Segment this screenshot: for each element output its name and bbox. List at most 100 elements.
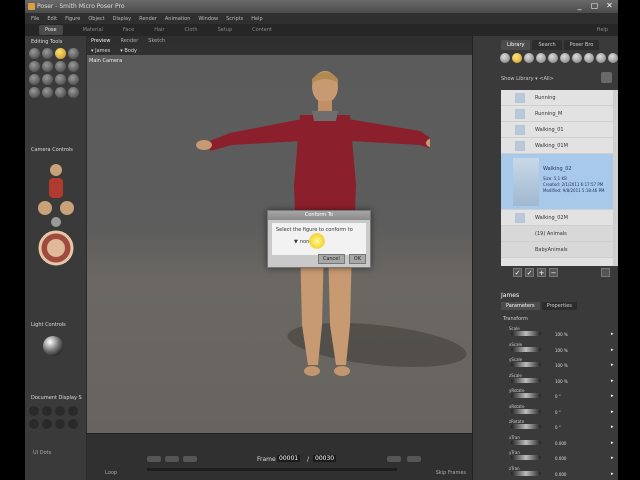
room-tab-face[interactable]: Face <box>123 27 134 33</box>
param-menu-arrow-icon[interactable]: ▸ <box>611 409 614 415</box>
translate-tool-icon[interactable] <box>55 48 66 59</box>
param-dial[interactable] <box>511 470 541 476</box>
menu-help[interactable]: Help <box>251 16 262 22</box>
param-menu-arrow-icon[interactable]: ▸ <box>611 393 614 399</box>
add-to-library-icon[interactable]: + <box>537 268 546 277</box>
pen-tool-icon[interactable] <box>29 87 40 98</box>
menu-render[interactable]: Render <box>139 16 157 22</box>
target-tool-icon[interactable] <box>55 87 66 98</box>
cameras-category-icon[interactable] <box>584 53 594 63</box>
tab-properties[interactable]: Properties <box>541 302 577 310</box>
room-tab-content[interactable]: Content <box>252 27 272 33</box>
param-value[interactable]: 0 ° <box>555 410 561 415</box>
chain-break-tool-icon[interactable] <box>55 61 66 72</box>
display-style-icon[interactable] <box>68 406 78 416</box>
param-value[interactable]: 0 ° <box>555 394 561 399</box>
param-dial[interactable] <box>511 439 541 445</box>
expressions-category-icon[interactable] <box>524 53 534 63</box>
library-settings-icon[interactable] <box>601 268 610 277</box>
folder-item[interactable]: BabyAnimals <box>501 242 618 258</box>
document-viewport[interactable]: Main Camera Conform To Select the figure… <box>87 55 472 433</box>
room-tab-pose[interactable]: Pose <box>39 25 63 35</box>
step-forward-button[interactable] <box>183 456 197 462</box>
display-style-icon[interactable] <box>29 419 39 429</box>
param-value[interactable]: 0.000 <box>555 441 566 446</box>
minimize-button[interactable]: _ <box>575 2 584 10</box>
poses-category-icon[interactable] <box>512 53 522 63</box>
hair-category-icon[interactable] <box>536 53 546 63</box>
materials-category-icon[interactable] <box>596 53 606 63</box>
transform-group-label[interactable]: Transform <box>503 316 528 322</box>
tab-parameters[interactable]: Parameters <box>501 302 540 310</box>
param-value[interactable]: 100 % <box>555 332 568 337</box>
display-style-icon[interactable] <box>42 406 52 416</box>
param-value[interactable]: 0.000 <box>555 472 566 477</box>
room-tab-material[interactable]: Material <box>83 27 103 33</box>
param-menu-arrow-icon[interactable]: ▸ <box>611 331 614 337</box>
timeline-slider[interactable] <box>147 468 397 471</box>
grouping-tool-icon[interactable] <box>29 74 40 85</box>
tab-preview[interactable]: Preview <box>91 38 110 44</box>
param-value[interactable]: 0.000 <box>555 456 566 461</box>
list-item[interactable]: Running <box>501 90 618 106</box>
taper-tool-icon[interactable] <box>42 61 53 72</box>
color-tool-icon[interactable] <box>68 61 79 72</box>
param-menu-arrow-icon[interactable]: ▸ <box>611 424 614 430</box>
current-frame-input[interactable]: 00001 <box>277 455 301 462</box>
morphing-tool-icon[interactable] <box>55 74 66 85</box>
menu-object[interactable]: Object <box>88 16 104 22</box>
tab-poser-browser[interactable]: Poser Bro <box>563 40 600 50</box>
param-value[interactable]: 100 % <box>555 363 568 368</box>
param-dial[interactable] <box>511 346 541 352</box>
param-dial[interactable] <box>511 362 541 367</box>
list-item[interactable]: Walking_02M <box>501 210 618 226</box>
menu-scripts[interactable]: Scripts <box>226 16 243 22</box>
folder-item[interactable]: (19) Animals <box>501 226 618 242</box>
lights-category-icon[interactable] <box>572 53 582 63</box>
close-button[interactable]: ✕ <box>605 2 614 10</box>
tab-library[interactable]: Library <box>501 40 531 50</box>
library-scrollbar[interactable] <box>613 90 618 266</box>
param-dial[interactable] <box>511 393 541 398</box>
param-dial[interactable] <box>511 455 541 460</box>
total-frames-input[interactable]: 00030 <box>313 455 337 462</box>
tab-sketch[interactable]: Sketch <box>148 38 165 44</box>
display-style-icon[interactable] <box>42 419 52 429</box>
display-style-icon[interactable] <box>55 419 65 429</box>
loop-label[interactable]: Loop <box>105 470 117 476</box>
param-menu-arrow-icon[interactable]: ▸ <box>611 347 614 353</box>
scale-tool-icon[interactable] <box>29 61 40 72</box>
tab-render[interactable]: Render <box>120 38 138 44</box>
figure-select[interactable]: ▾ James <box>91 48 110 54</box>
scenes-category-icon[interactable] <box>608 53 618 63</box>
tab-search[interactable]: Search <box>532 40 562 50</box>
twist-tool-icon[interactable] <box>42 48 53 59</box>
direct-manipulation-tool-icon[interactable] <box>68 74 79 85</box>
menu-animation[interactable]: Animation <box>165 16 191 22</box>
param-dial[interactable] <box>511 377 541 383</box>
body-select[interactable]: ▾ Body <box>120 48 137 54</box>
light-sphere-icon[interactable] <box>43 336 63 356</box>
key-next-button[interactable] <box>407 456 421 462</box>
parent-tool-icon[interactable] <box>68 87 79 98</box>
rewind-button[interactable] <box>147 456 161 462</box>
rotate-tool-icon[interactable] <box>29 48 40 59</box>
show-library-select[interactable]: Show Library ▾ <All> <box>501 76 554 82</box>
key-prev-button[interactable] <box>387 456 401 462</box>
props-category-icon[interactable] <box>560 53 570 63</box>
play-button[interactable] <box>165 456 179 462</box>
view-magnifier-tool-icon[interactable] <box>42 74 53 85</box>
menu-display[interactable]: Display <box>113 16 131 22</box>
param-value[interactable]: 0 ° <box>555 425 561 430</box>
maximize-button[interactable]: ▢ <box>590 2 599 10</box>
param-menu-arrow-icon[interactable]: ▸ <box>611 362 614 368</box>
menu-edit[interactable]: Edit <box>47 16 57 22</box>
apply-check-icon[interactable]: ✓ <box>513 268 522 277</box>
room-tab-setup[interactable]: Setup <box>218 27 233 33</box>
menu-file[interactable]: File <box>31 16 39 22</box>
translate-in-out-tool-icon[interactable] <box>68 48 79 59</box>
param-menu-arrow-icon[interactable]: ▸ <box>611 440 614 446</box>
param-dial[interactable] <box>511 408 541 414</box>
remove-from-library-icon[interactable]: − <box>549 268 558 277</box>
display-style-icon[interactable] <box>68 419 78 429</box>
